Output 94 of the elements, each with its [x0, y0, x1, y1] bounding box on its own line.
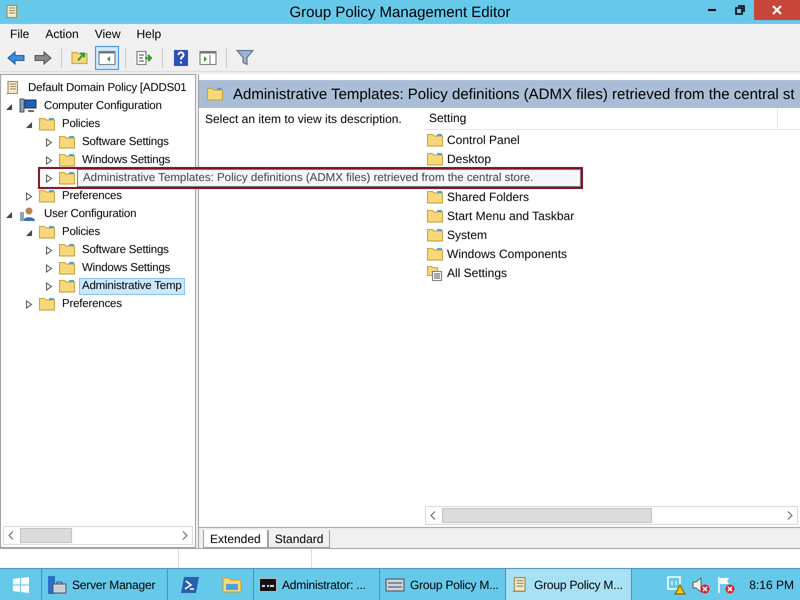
pane-icon — [98, 50, 116, 64]
tree-item[interactable]: Windows Settings — [79, 260, 174, 276]
expand-icon[interactable] — [45, 282, 53, 290]
tree-item[interactable]: User Configuration — [41, 206, 140, 222]
windows-logo-icon — [12, 576, 28, 592]
scroll-icon — [4, 4, 20, 20]
column-header[interactable]: Setting — [423, 108, 778, 129]
list-item[interactable]: All Settings — [447, 266, 508, 280]
scroll-right-icon[interactable] — [787, 511, 793, 520]
folder-icon — [427, 190, 443, 204]
toolbox-icon — [47, 574, 67, 594]
left-arrow-icon — [7, 50, 25, 64]
expand-icon[interactable] — [45, 264, 53, 272]
terminal-icon — [180, 576, 200, 594]
folder-icon — [39, 297, 55, 311]
folder-icon — [59, 243, 75, 257]
close-icon — [772, 5, 782, 15]
muted-speaker-icon[interactable] — [691, 574, 712, 594]
restore-icon — [735, 5, 745, 15]
tree-item[interactable]: Policies — [59, 224, 104, 240]
folder-icon — [59, 135, 75, 149]
list-item[interactable]: System — [447, 228, 488, 242]
user-icon — [19, 206, 37, 222]
tree-pane-button[interactable] — [95, 46, 119, 70]
list-item[interactable]: Start Menu and Taskbar — [447, 208, 574, 222]
pane-icon — [199, 50, 217, 64]
folder-icon — [39, 189, 55, 203]
close-button[interactable] — [754, 0, 800, 20]
list-item[interactable]: Control Panel — [447, 132, 520, 146]
menu-item[interactable]: Action — [37, 27, 87, 41]
expand-icon[interactable] — [45, 138, 53, 146]
tree-item[interactable]: Preferences — [59, 188, 125, 204]
view-tab[interactable]: Standard — [268, 530, 330, 548]
list-item[interactable]: Windows Components — [447, 246, 568, 260]
folder-icon — [59, 153, 75, 167]
expand-icon[interactable] — [45, 174, 53, 182]
scroll-left-icon[interactable] — [8, 531, 14, 540]
filter-icon — [236, 50, 254, 65]
help-icon — [174, 50, 188, 66]
folder-icon — [427, 246, 443, 260]
folder-icon — [222, 576, 242, 592]
window-title: Group Policy Management Editor — [288, 4, 512, 20]
folder-icon — [39, 117, 55, 131]
menu-item[interactable]: View — [86, 27, 128, 41]
right-arrow-icon — [34, 50, 52, 64]
clock[interactable]: 8:16 PM — [749, 578, 794, 592]
export-list-icon — [135, 50, 153, 64]
horizontal-scrollbar[interactable] — [3, 526, 193, 545]
network-warning-icon[interactable] — [666, 574, 686, 594]
settings-list-icon — [427, 264, 443, 280]
expand-icon[interactable] — [25, 300, 33, 308]
menu-item[interactable]: File — [2, 27, 38, 41]
tooltip: Administrative Templates: Policy definitions (ADMX files) retrieved from the central store. — [77, 169, 581, 187]
tree-item[interactable]: Default Domain Policy [ADDS01 — [25, 80, 190, 96]
tree-item[interactable]: Policies — [59, 116, 104, 132]
scroll-left-icon[interactable] — [430, 511, 436, 520]
collapse-icon[interactable] — [5, 102, 13, 110]
collapse-icon[interactable] — [25, 120, 33, 128]
folder-icon — [59, 261, 75, 275]
minimize-icon — [707, 9, 717, 11]
taskbar-button[interactable]: Group Policy M... — [506, 569, 632, 600]
folder-icon — [427, 228, 443, 242]
horizontal-scrollbar[interactable] — [425, 506, 798, 525]
tree-item[interactable]: Software Settings — [79, 134, 172, 150]
view-tab[interactable]: Extended — [203, 530, 268, 548]
folder-icon — [39, 225, 55, 239]
collapse-icon[interactable] — [5, 210, 13, 218]
folder-arrow-icon — [71, 50, 89, 64]
folder-icon — [59, 279, 75, 293]
folder-icon — [207, 87, 223, 101]
expand-icon[interactable] — [45, 156, 53, 164]
scroll-right-icon[interactable] — [182, 531, 188, 540]
folder-icon — [427, 152, 443, 166]
expand-icon[interactable] — [25, 192, 33, 200]
tree-item[interactable]: Windows Settings — [79, 152, 174, 168]
tree-item[interactable]: Administrative Temp — [79, 278, 185, 294]
expand-icon[interactable] — [45, 246, 53, 254]
details-heading: Administrative Templates: Policy definitions (ADMX files) retrieved from the central st — [233, 86, 795, 102]
menu-item[interactable]: Help — [128, 27, 170, 41]
folder-icon — [427, 132, 443, 146]
list-item[interactable]: Desktop — [447, 152, 492, 166]
server-icon — [385, 578, 405, 592]
flag-error-icon[interactable] — [716, 574, 736, 594]
tree-item[interactable]: Preferences — [59, 296, 125, 312]
folder-icon — [427, 208, 443, 222]
tree-item[interactable]: Software Settings — [79, 242, 172, 258]
scroll-icon — [5, 80, 21, 96]
list-item[interactable]: Shared Folders — [447, 190, 530, 204]
description-text: Select an item to view its description. — [205, 112, 402, 126]
tree-item[interactable]: Computer Configuration — [41, 98, 165, 114]
folder-icon — [59, 171, 75, 185]
console-icon — [259, 578, 277, 592]
collapse-icon[interactable] — [25, 228, 33, 236]
computer-icon — [19, 98, 37, 114]
